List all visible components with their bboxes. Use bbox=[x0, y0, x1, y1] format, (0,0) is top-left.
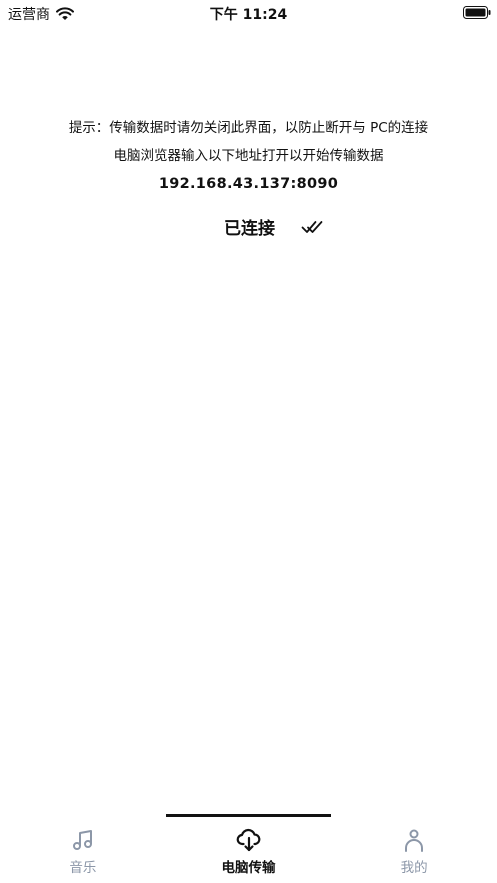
instruction-text: 电脑浏览器输入以下地址打开以开始传输数据 bbox=[113, 148, 384, 164]
connection-status-row: 已连接 bbox=[50, 214, 497, 239]
tab-bar: 音乐 电脑传输 我的 bbox=[0, 822, 497, 883]
battery-icon bbox=[463, 6, 491, 19]
active-tab-indicator bbox=[166, 814, 331, 817]
tab-pc-transfer[interactable]: 电脑传输 bbox=[166, 822, 332, 883]
transfer-panel: 提示：传输数据时请勿关闭此界面，以防止断开与 PC的连接 电脑浏览器输入以下地址… bbox=[0, 114, 497, 239]
tab-music[interactable]: 音乐 bbox=[0, 822, 166, 883]
double-check-icon bbox=[301, 220, 323, 233]
music-note-icon bbox=[72, 830, 92, 850]
tab-pc-transfer-label: 电脑传输 bbox=[221, 860, 276, 876]
server-address: 192.168.43.137:8090 bbox=[158, 176, 339, 192]
connection-status-text: 已连接 bbox=[224, 219, 275, 239]
person-icon bbox=[405, 829, 424, 852]
tab-mine[interactable]: 我的 bbox=[331, 822, 497, 883]
clock: 下午 11:24 bbox=[209, 7, 288, 23]
tab-mine-label: 我的 bbox=[400, 860, 428, 876]
tab-music-label: 音乐 bbox=[69, 860, 97, 876]
hint-text: 提示：传输数据时请勿关闭此界面，以防止断开与 PC的连接 bbox=[68, 120, 429, 136]
status-bar: 运营商 下午 11:24 bbox=[0, 0, 497, 26]
cloud-download-icon bbox=[236, 828, 260, 852]
screen: 运营商 下午 11:24 提示：传输数据时请勿关闭此界面，以防止断开与 PC的连… bbox=[0, 0, 497, 883]
